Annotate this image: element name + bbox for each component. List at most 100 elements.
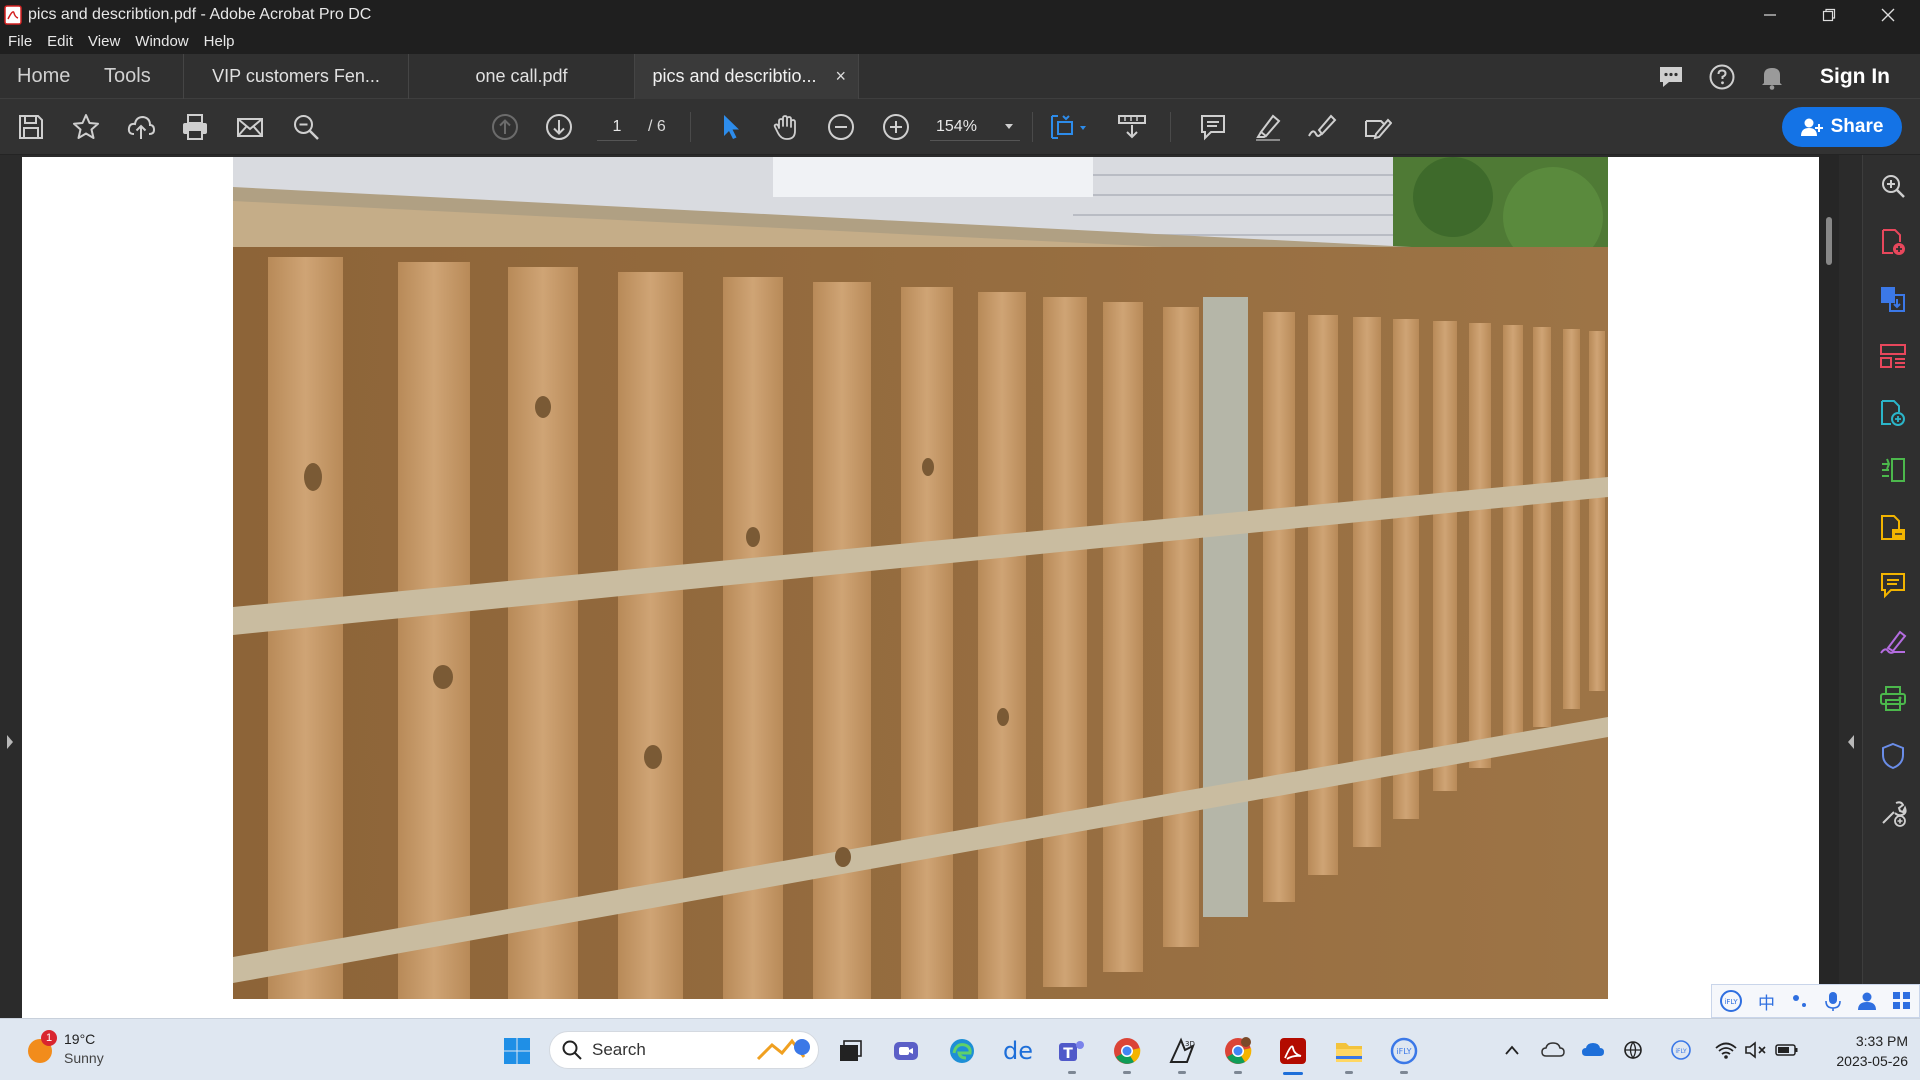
punctuation-icon[interactable] — [1790, 991, 1810, 1011]
minimize-button[interactable] — [1742, 0, 1798, 29]
create-pdf-tool[interactable] — [1878, 227, 1908, 257]
vertical-scrollbar[interactable] — [1819, 155, 1839, 1018]
svg-text:de: de — [1003, 1037, 1032, 1065]
zoom-in-button[interactable] — [880, 111, 912, 143]
restore-button[interactable] — [1801, 0, 1857, 29]
sign-icon — [1308, 114, 1337, 137]
menu-file[interactable]: File — [8, 33, 32, 50]
onedrive-personal-tray[interactable] — [1540, 1036, 1566, 1064]
bookmark-button[interactable] — [70, 111, 102, 143]
file-explorer-button[interactable] — [1332, 1034, 1366, 1074]
edge-button[interactable] — [945, 1034, 979, 1068]
vpn-tray[interactable] — [1620, 1036, 1646, 1064]
save-button[interactable] — [15, 111, 47, 143]
sign-in-button[interactable]: Sign In — [1820, 54, 1890, 99]
fill-sign-tool[interactable] — [1878, 627, 1908, 657]
fence-image — [233, 157, 1608, 999]
page-number-input[interactable]: 1 — [597, 113, 637, 141]
edit-pdf-tool[interactable] — [1878, 398, 1908, 428]
microphone-icon[interactable] — [1824, 990, 1842, 1012]
svg-text:iFLY: iFLY — [1675, 1048, 1687, 1055]
deepl-button[interactable]: de — [1000, 1034, 1034, 1068]
more-tools[interactable] — [1878, 798, 1908, 828]
close-window-button[interactable] — [1860, 0, 1916, 29]
next-page-button[interactable] — [543, 111, 575, 143]
sign-button[interactable] — [1306, 111, 1338, 143]
ifly-tray[interactable]: iFLY — [1668, 1036, 1694, 1064]
volume-tray[interactable] — [1743, 1036, 1769, 1064]
wifi-tray[interactable] — [1713, 1036, 1739, 1064]
chevron-up-icon — [1505, 1045, 1519, 1055]
windows-start-icon — [504, 1038, 530, 1064]
doc-tab-pics-and-description[interactable]: pics and describtio... × — [634, 54, 859, 99]
notifications-button[interactable] — [1756, 54, 1788, 99]
zoom-level-dropdown[interactable]: 154% — [930, 113, 1020, 141]
highlight-button[interactable] — [1252, 111, 1284, 143]
scroll-mode-button[interactable] — [1116, 111, 1148, 143]
right-panel-toggle[interactable] — [1839, 155, 1862, 1018]
active-indicator — [1283, 1072, 1303, 1075]
chrome-button[interactable] — [1110, 1034, 1144, 1074]
previous-page-button[interactable] — [489, 111, 521, 143]
start-button[interactable] — [500, 1034, 534, 1068]
add-comment-button[interactable] — [1197, 111, 1229, 143]
print-production-icon — [1880, 686, 1906, 711]
toolbar-divider — [1032, 112, 1033, 142]
messages-button[interactable] — [1655, 54, 1687, 99]
share-label: Share — [1830, 116, 1884, 137]
help-button[interactable] — [1706, 54, 1738, 99]
menu-edit[interactable]: Edit — [47, 33, 73, 50]
tab-tools[interactable]: Tools — [104, 54, 151, 99]
organize-pages-tool[interactable] — [1878, 341, 1908, 371]
menu-help[interactable]: Help — [204, 33, 235, 50]
ifly-button[interactable]: iFLY — [1387, 1034, 1421, 1074]
taskbar-clock[interactable]: 3:33 PM 2023-05-26 — [1808, 1031, 1908, 1071]
fit-page-button[interactable] — [1046, 111, 1090, 143]
menu-window[interactable]: Window — [135, 33, 188, 50]
teams-meet-button[interactable] — [889, 1034, 923, 1068]
show-hidden-icons-button[interactable] — [1499, 1036, 1525, 1064]
menu-view[interactable]: View — [88, 33, 120, 50]
window-title: pics and describtion.pdf - Adobe Acrobat… — [28, 5, 372, 23]
inkscape-button[interactable]: 3D — [1165, 1034, 1199, 1074]
export-pdf-tool[interactable] — [1878, 284, 1908, 314]
task-view-button[interactable] — [833, 1034, 867, 1068]
compare-tool[interactable] — [1878, 455, 1908, 485]
print-production-tool[interactable] — [1878, 684, 1908, 714]
battery-tray[interactable] — [1774, 1036, 1800, 1064]
user-icon[interactable] — [1857, 991, 1877, 1011]
search-zoom-tool[interactable] — [1878, 171, 1908, 201]
protect-tool[interactable] — [1878, 741, 1908, 771]
email-button[interactable] — [234, 111, 266, 143]
acrobat-taskbar-button[interactable] — [1276, 1034, 1310, 1075]
doc-tab-vip-customers[interactable]: VIP customers Fen... — [183, 54, 408, 99]
onedrive-business-tray[interactable] — [1580, 1036, 1606, 1064]
left-panel-toggle[interactable] — [0, 155, 22, 1018]
fill-sign-button[interactable] — [1361, 111, 1393, 143]
tab-home[interactable]: Home — [17, 54, 70, 99]
find-button[interactable] — [290, 111, 322, 143]
close-tab-icon[interactable]: × — [835, 66, 846, 87]
select-tool-button[interactable] — [715, 111, 747, 143]
running-indicator — [1234, 1071, 1242, 1074]
hand-tool-button[interactable] — [770, 111, 802, 143]
scrollbar-thumb[interactable] — [1826, 217, 1832, 265]
ifly-tray-icon: iFLY — [1671, 1040, 1691, 1060]
zoom-out-button[interactable] — [825, 111, 857, 143]
ifly-logo-icon[interactable]: iFLY — [1719, 989, 1743, 1013]
teams-button[interactable]: T — [1055, 1034, 1089, 1074]
apps-grid-icon[interactable] — [1892, 991, 1912, 1011]
weather-widget[interactable]: 1 19°C Sunny — [26, 1030, 146, 1070]
upload-button[interactable] — [125, 111, 157, 143]
running-indicator — [1178, 1071, 1186, 1074]
taskbar-search-box[interactable]: Search — [549, 1031, 819, 1069]
doc-tab-label: VIP customers Fen... — [212, 66, 380, 86]
export-tool[interactable] — [1878, 513, 1908, 543]
doc-tab-one-call[interactable]: one call.pdf — [408, 54, 634, 99]
ime-language-toggle[interactable]: 中 — [1758, 989, 1775, 1014]
comment-tool[interactable] — [1878, 570, 1908, 600]
chrome-profile-button[interactable] — [1221, 1034, 1255, 1074]
share-button[interactable]: Share — [1782, 107, 1902, 147]
zoom-search-icon — [294, 115, 319, 140]
print-button[interactable] — [179, 111, 211, 143]
